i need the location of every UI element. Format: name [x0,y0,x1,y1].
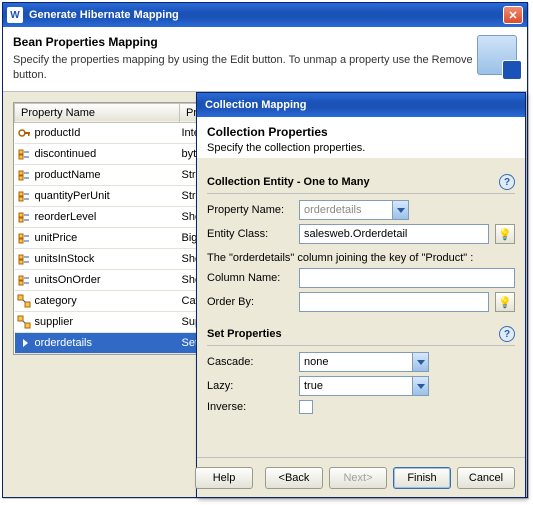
form-area: Collection Entity - One to Many ? Proper… [197,158,525,426]
property-icon [17,168,31,182]
front-header: Collection Properties Specify the collec… [197,117,525,158]
row-name: orderdetails [35,337,92,349]
property-icon [17,315,31,329]
label-cascade: Cascade: [207,356,293,368]
property-icon [17,252,31,266]
back-header: Bean Properties Mapping Specify the prop… [3,27,527,92]
lightbulb-icon[interactable]: 💡 [495,292,515,312]
column-name-input[interactable] [299,268,515,288]
chevron-down-icon[interactable] [392,201,408,219]
divider [207,193,515,194]
front-dialog: Collection Mapping Collection Properties… [196,92,526,498]
label-property-name: Property Name: [207,204,293,216]
row-name: supplier [35,316,74,328]
front-titlebar[interactable]: Collection Mapping [197,93,525,117]
property-icon [17,231,31,245]
property-icon [17,147,31,161]
finish-button[interactable]: Finish [393,467,451,489]
lazy-combo[interactable]: true [299,376,429,396]
label-inverse: Inverse: [207,401,293,413]
chevron-down-icon[interactable] [412,353,428,371]
globe-icon [477,35,517,75]
label-entity-class: Entity Class: [207,228,293,240]
close-icon[interactable]: ✕ [503,6,523,24]
back-heading: Bean Properties Mapping [13,35,477,49]
back-titlebar[interactable]: W Generate Hibernate Mapping ✕ [3,3,527,27]
label-lazy: Lazy: [207,380,293,392]
property-name-combo[interactable]: orderdetails [299,200,409,220]
cascade-combo[interactable]: none [299,352,429,372]
help-icon[interactable]: ? [499,174,515,190]
entity-class-input[interactable]: salesweb.Orderdetail [299,224,489,244]
row-name: productName [35,169,101,181]
front-subheading: Specify the collection properties. [207,142,515,154]
property-name-value: orderdetails [304,204,392,216]
help-icon[interactable]: ? [499,326,515,342]
property-icon [17,273,31,287]
back-title: Generate Hibernate Mapping [29,9,503,21]
label-order-by: Order By: [207,296,293,308]
next-button: Next> [329,467,387,489]
property-icon [17,189,31,203]
property-icon [17,336,31,350]
front-heading: Collection Properties [207,125,515,139]
app-icon: W [7,7,23,23]
section-set-title: Set Properties [207,328,499,340]
cancel-button[interactable]: Cancel [457,467,515,489]
divider [207,345,515,346]
row-name: discontinued [35,148,97,160]
order-by-input[interactable] [299,292,489,312]
back-button[interactable]: <Back [265,467,323,489]
back-description: Specify the properties mapping by using … [13,53,477,83]
row-name: unitsInStock [35,253,95,265]
row-name: productId [35,127,81,139]
property-icon [17,126,31,140]
property-icon [17,210,31,224]
col-property-name[interactable]: Property Name [15,103,180,122]
front-title: Collection Mapping [201,99,521,111]
row-name: category [35,295,77,307]
row-name: unitsOnOrder [35,274,101,286]
label-column-name: Column Name: [207,272,293,284]
cascade-value: none [304,356,412,368]
row-name: reorderLevel [35,211,97,223]
inverse-checkbox[interactable] [299,400,313,414]
lightbulb-icon[interactable]: 💡 [495,224,515,244]
lazy-value: true [304,380,412,392]
row-name: unitPrice [35,232,78,244]
section-entity-title: Collection Entity - One to Many [207,176,499,188]
row-name: quantityPerUnit [35,190,110,202]
property-icon [17,294,31,308]
help-button[interactable]: Help [195,467,253,489]
join-note: The "orderdetails" column joining the ke… [207,252,515,264]
chevron-down-icon[interactable] [412,377,428,395]
button-bar: Help <Back Next> Finish Cancel [197,457,525,497]
